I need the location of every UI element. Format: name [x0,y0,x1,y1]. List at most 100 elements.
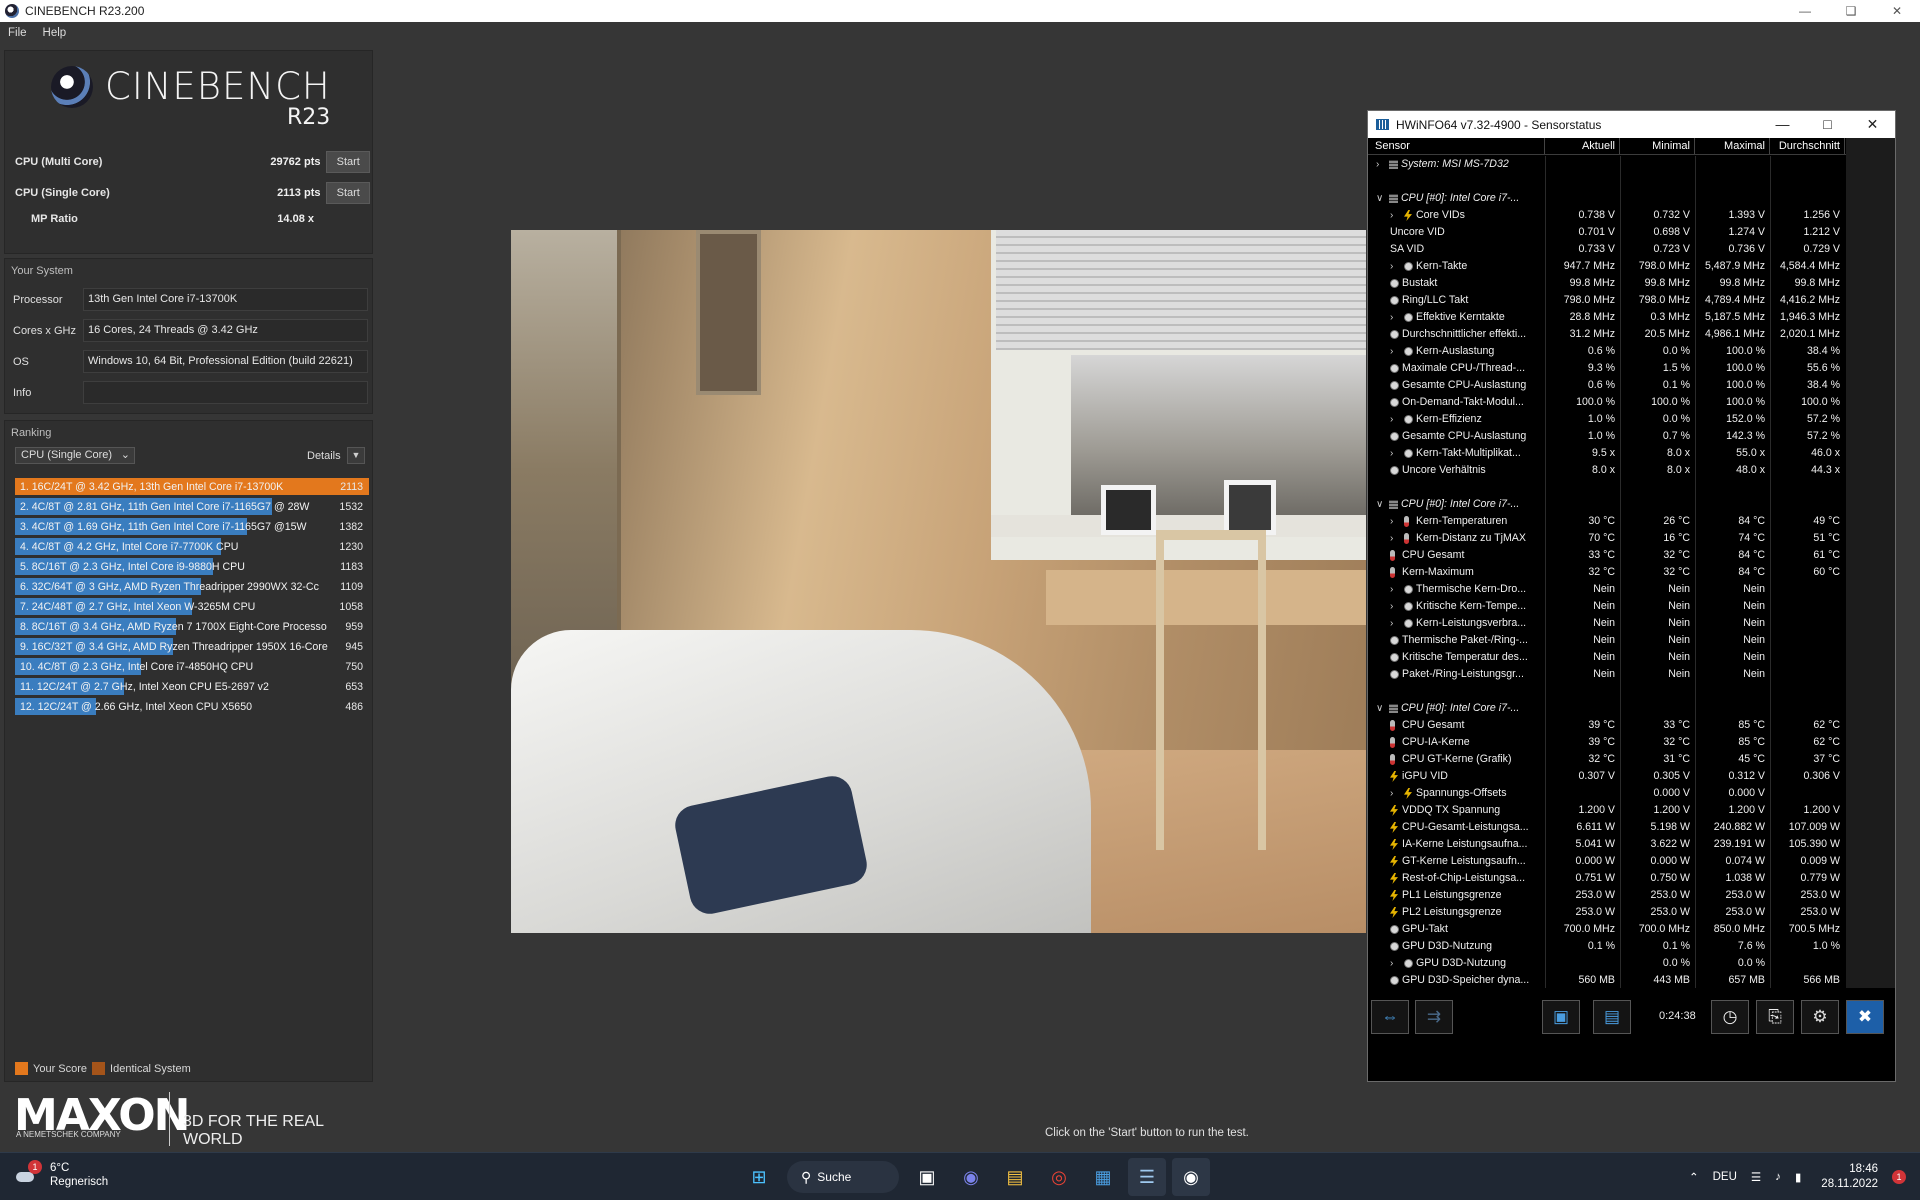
sensor-row[interactable]: Maximale CPU-/Thread-... 9.3 % 1.5 % 100.0 … [1368,360,1846,377]
sensor-row[interactable]: Uncore Verhältnis 8.0 x 8.0 x 48.0 x 44.3 x [1368,462,1846,479]
ranking-item[interactable]: 4. 4C/8T @ 4.2 GHz, Intel Core i7-7700K … [15,537,369,557]
ranking-item[interactable]: 9. 16C/32T @ 3.4 GHz, AMD Ryzen Threadri… [15,637,369,657]
sensor-row[interactable]: IA-Kerne Leistungsaufna... 5.041 W 3.622 W… [1368,836,1846,853]
sensor-row[interactable]: GPU D3D-Nutzung 0.1 % 0.1 % 7.6 % 1.0 % [1368,938,1846,955]
ranking-item[interactable]: 7. 24C/48T @ 2.7 GHz, Intel Xeon W-3265M… [15,597,369,617]
sensor-row[interactable]: iGPU VID 0.307 V 0.305 V 0.312 V 0.306 V [1368,768,1846,785]
sensor-row[interactable]: Rest-of-Chip-Leistungsa... 0.751 W 0.750 W… [1368,870,1846,887]
close-button[interactable]: ✕ [1874,0,1920,22]
microsoft-store-icon[interactable]: ▦ [1084,1158,1122,1196]
hwinfo-close-button[interactable]: ✕ [1850,111,1895,138]
language-indicator[interactable]: DEU [1713,1171,1737,1183]
sensor-row[interactable]: CPU-Gesamt-Leistungsa... 6.611 W 5.198 W 24… [1368,819,1846,836]
sensor-row[interactable]: PL2 Leistungsgrenze 253.0 W 253.0 W 253.0 W… [1368,904,1846,921]
maximize-button[interactable]: ❑ [1828,0,1874,22]
sensor-row[interactable]: CPU Gesamt 39 °C 33 °C 85 °C 62 °C [1368,717,1846,734]
sensor-row[interactable]: Kritische Temperatur des... Nein Nein Nein [1368,649,1846,666]
hwinfo-maximize-button[interactable]: □ [1805,111,1850,138]
sensor-row[interactable]: › Kritische Kern-Tempe... Nein Nein Nein [1368,598,1846,615]
sensor-row[interactable]: › Kern-Leistungsverbra... Nein Nein Nein [1368,615,1846,632]
expand-icon[interactable]: › [1390,343,1393,360]
column-sensor[interactable]: Sensor [1368,138,1545,154]
expand-icon[interactable]: › [1390,258,1393,275]
sensor-row[interactable]: Paket-/Ring-Leistungsgr... Nein Nein Nein [1368,666,1846,683]
column-aktuell[interactable]: Aktuell [1545,138,1620,154]
sensor-row[interactable]: Gesamte CPU-Auslastung 1.0 % 0.7 % 142.3 % 5… [1368,428,1846,445]
ranking-item[interactable]: 8. 8C/16T @ 3.4 GHz, AMD Ryzen 7 1700X E… [15,617,369,637]
expand-icon[interactable]: › [1390,445,1393,462]
start-windows-icon[interactable]: ⊞ [740,1158,778,1196]
network-monitor-icon[interactable]: ▣ [1542,1000,1580,1034]
multi-core-start-button[interactable]: Start [326,151,370,173]
sensor-row[interactable]: Durchschnittlicher effekti... 31.2 MHz 20.… [1368,326,1846,343]
gear-icon[interactable]: ⚙ [1801,1000,1839,1034]
sensor-row[interactable]: Bustakt 99.8 MHz 99.8 MHz 99.8 MHz 99.8 MHz [1368,275,1846,292]
chevron-up-icon[interactable]: ⌃ [1689,1170,1699,1184]
column-maximal[interactable]: Maximal [1695,138,1770,154]
expand-icon[interactable]: › [1390,598,1393,615]
ranking-item[interactable]: 5. 8C/16T @ 2.3 GHz, Intel Core i9-9880H… [15,557,369,577]
column-durchschnitt[interactable]: Durchschnitt [1770,138,1845,154]
menu-file[interactable]: File [0,27,35,39]
ranking-item[interactable]: 6. 32C/64T @ 3 GHz, AMD Ryzen Threadripp… [15,577,369,597]
sensor-row[interactable]: › Effektive Kerntakte 28.8 MHz 0.3 MHz 5,187… [1368,309,1846,326]
taskbar-clock[interactable]: 18:46 28.11.2022 [1821,1162,1878,1192]
sensor-row[interactable]: Uncore VID 0.701 V 0.698 V 1.274 V 1.212 V [1368,224,1846,241]
ranking-item[interactable]: 1. 16C/24T @ 3.42 GHz, 13th Gen Intel Co… [15,477,369,497]
battery-icon[interactable]: ▮ [1795,1170,1801,1184]
teams-chat-icon[interactable]: ◉ [952,1158,990,1196]
taskbar-search[interactable]: ⚲ Suche [787,1161,899,1193]
task-view-icon[interactable]: ▣ [908,1158,946,1196]
minimize-button[interactable]: — [1782,0,1828,22]
ranking-mode-select[interactable]: CPU (Single Core) ⌄ [15,447,135,464]
arrows-left-right-icon[interactable]: ⇔ [1371,1000,1409,1034]
sensor-row[interactable]: › GPU D3D-Nutzung 0.0 % 0.0 % [1368,955,1846,972]
sensor-row[interactable]: › Kern-Takt-Multiplikat... 9.5 x 8.0 x 55.0 … [1368,445,1846,462]
sensor-group-row[interactable]: › System: MSI MS-7D32 [1368,156,1846,173]
sensor-row[interactable]: › Kern-Distanz zu TjMAX 70 °C 16 °C 74 °C 51 … [1368,530,1846,547]
sensor-row[interactable]: › Thermische Kern-Dro... Nein Nein Nein [1368,581,1846,598]
wifi-icon[interactable]: ☰ [1751,1170,1761,1184]
cinebench-taskbar-icon[interactable]: ◉ [1172,1158,1210,1196]
info-field[interactable] [83,381,368,404]
collapse-icon[interactable]: ∨ [1376,700,1383,717]
sensor-row[interactable]: › Kern-Takte 947.7 MHz 798.0 MHz 5,487.9 MHz… [1368,258,1846,275]
sensor-row[interactable]: › Kern-Effizienz 1.0 % 0.0 % 152.0 % 57.2 % [1368,411,1846,428]
network-sync-icon[interactable]: ▤ [1593,1000,1631,1034]
sensor-row[interactable]: SA VID 0.733 V 0.723 V 0.736 V 0.729 V [1368,241,1846,258]
clock-reset-icon[interactable]: ◷ [1711,1000,1749,1034]
sensor-row[interactable]: CPU-IA-Kerne 39 °C 32 °C 85 °C 62 °C [1368,734,1846,751]
sensor-row[interactable]: › Kern-Temperaturen 30 °C 26 °C 84 °C 49 °C [1368,513,1846,530]
collapse-icon[interactable]: ∨ [1376,190,1383,207]
expand-icon[interactable]: › [1376,156,1379,173]
menu-help[interactable]: Help [35,27,75,39]
speaker-icon[interactable]: ♪ [1775,1171,1781,1183]
sensor-row[interactable]: › Kern-Auslastung 0.6 % 0.0 % 100.0 % 38.4 % [1368,343,1846,360]
expand-icon[interactable]: › [1390,785,1393,802]
close-x-icon[interactable]: ✖ [1846,1000,1884,1034]
expand-icon[interactable]: › [1390,530,1393,547]
expand-icon[interactable]: › [1390,581,1393,598]
expand-icon[interactable]: › [1390,955,1393,972]
ranking-item[interactable]: 3. 4C/8T @ 1.69 GHz, 11th Gen Intel Core… [15,517,369,537]
sensor-row[interactable]: GT-Kerne Leistungsaufn... 0.000 W 0.000 W0… [1368,853,1846,870]
log-file-icon[interactable]: ⎘ [1756,1000,1794,1034]
sensor-group-row[interactable]: ∨ CPU [#0]: Intel Core i7-... [1368,190,1846,207]
expand-icon[interactable]: › [1390,207,1393,224]
sensor-row[interactable]: Gesamte CPU-Auslastung 0.6 % 0.1 % 100.0 % 3… [1368,377,1846,394]
sensor-row[interactable]: Thermische Paket-/Ring-... Nein Nein Nein [1368,632,1846,649]
hwinfo-taskbar-icon[interactable]: ☰ [1128,1158,1166,1196]
ranking-item[interactable]: 2. 4C/8T @ 2.81 GHz, 11th Gen Intel Core… [15,497,369,517]
sensor-row[interactable]: On-Demand-Takt-Modul... 100.0 % 100.0 % 100… [1368,394,1846,411]
sensor-row[interactable]: GPU-Takt 700.0 MHz 700.0 MHz 850.0 MHz 700.5… [1368,921,1846,938]
ranking-item[interactable]: 12. 12C/24T @ 2.66 GHz, Intel Xeon CPU X… [15,697,369,717]
sensor-row[interactable]: Ring/LLC Takt 798.0 MHz 798.0 MHz 4,789.4 M… [1368,292,1846,309]
sensor-group-row[interactable]: ∨ CPU [#0]: Intel Core i7-... [1368,700,1846,717]
sensor-row[interactable]: GPU D3D-Speicher dyna... 560 MB 443 MB 657 … [1368,972,1846,988]
sensor-row[interactable]: CPU Gesamt 33 °C 32 °C 84 °C 61 °C [1368,547,1846,564]
sensor-group-row[interactable]: ∨ CPU [#0]: Intel Core i7-... [1368,496,1846,513]
chrome-icon[interactable]: ◎ [1040,1158,1078,1196]
single-core-start-button[interactable]: Start [326,182,370,204]
sensor-row[interactable]: Kern-Maximum 32 °C 32 °C 84 °C 60 °C [1368,564,1846,581]
notification-badge[interactable]: 1 [1892,1170,1906,1184]
